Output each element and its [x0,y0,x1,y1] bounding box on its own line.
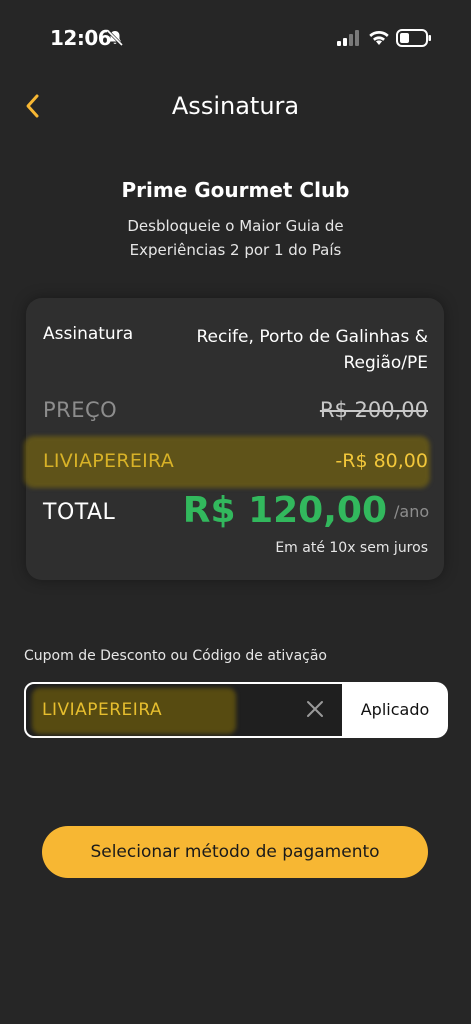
billing-period: /ano [394,502,430,521]
coupon-field-label: Cupom de Desconto ou Código de ativação [24,648,327,664]
coupon-discount-value: -R$ 80,00 [335,450,428,472]
clear-icon[interactable] [304,698,326,720]
subscription-location: Recife, Porto de Galinhas & Região/PE [196,327,428,373]
coupon-name-label: LIVIAPEREIRA [43,450,175,472]
club-subtitle: Desbloqueie o Maior Guia de Experiências… [127,217,344,259]
cellular-signal-icon [337,30,359,46]
page-title: Assinatura [171,92,300,120]
total-price: R$ 120,00 [182,490,387,531]
total-label: TOTAL [43,500,116,525]
battery-icon [396,29,431,47]
silent-bell-icon [106,29,124,47]
wifi-icon [369,31,389,45]
original-price: R$ 200,00 [319,398,428,422]
coupon-input[interactable] [42,696,292,724]
applied-button[interactable]: Aplicado [342,682,448,738]
installments-note: Em até 10x sem juros [275,540,428,556]
subscription-label: Assinatura [43,324,134,344]
select-payment-method-button[interactable]: Selecionar método de pagamento [42,826,428,878]
club-title: Prime Gourmet Club [121,178,350,202]
status-time: 12:06 [50,26,112,50]
price-label: PREÇO [43,398,118,422]
